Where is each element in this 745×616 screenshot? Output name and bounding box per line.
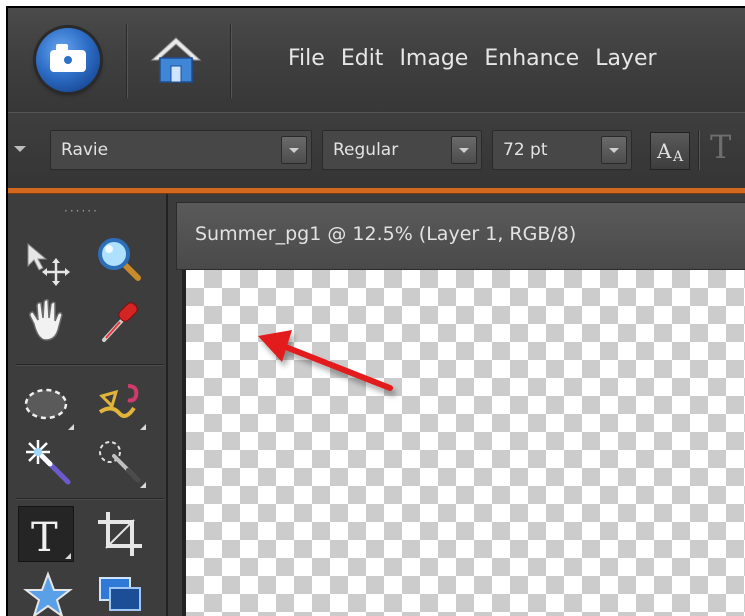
chevron-down-icon[interactable] [601,136,627,164]
options-collapse-icon[interactable] [14,146,26,152]
camera-logo-icon[interactable] [36,28,100,92]
anti-alias-icon: A [657,139,672,163]
divider [126,24,128,98]
home-icon[interactable] [148,34,204,86]
font-family-select[interactable]: Ravie [50,130,312,170]
toolbox-grip-icon[interactable]: ······ [64,204,99,218]
document-title: Summer_pg1 @ 12.5% (Layer 1, RGB/8) [195,223,577,245]
font-style-select[interactable]: Regular [322,130,482,170]
move-tool-icon[interactable] [20,232,76,288]
font-size-value: 72 pt [503,140,548,160]
menu-image[interactable]: Image [391,42,476,76]
toolbox-divider [16,364,164,366]
divider [698,130,700,170]
font-style-value: Regular [333,140,399,160]
menu-edit[interactable]: Edit [333,42,392,76]
menu-bar: File Edit Image Enhance Layer [8,8,745,112]
type-tool-icon[interactable]: T [18,506,74,562]
font-size-select[interactable]: 72 pt [492,130,632,170]
magic-wand-icon[interactable] [20,434,76,490]
svg-text:T: T [31,515,58,561]
menu-layer[interactable]: Layer [587,42,664,76]
main-menu: File Edit Image Enhance Layer [280,42,665,76]
shape-tool-icon[interactable] [20,568,76,616]
document-tab[interactable]: Summer_pg1 @ 12.5% (Layer 1, RGB/8) [176,202,745,270]
elliptical-marquee-icon[interactable] [20,376,76,432]
quick-selection-icon[interactable] [92,434,148,490]
menu-file[interactable]: File [280,42,333,76]
anti-alias-button[interactable]: AA [650,132,690,170]
chevron-down-icon[interactable] [281,136,307,164]
chevron-down-icon[interactable] [451,136,477,164]
toolbox: ······ T [8,194,168,616]
font-family-value: Ravie [61,140,109,160]
faux-bold-icon[interactable]: T [710,128,731,166]
divider [230,24,232,98]
annotation-arrow-icon [258,330,393,391]
app-window: File Edit Image Enhance Layer Ravie Regu… [6,6,745,616]
cookie-cutter-icon[interactable] [92,568,148,616]
toolbox-divider [16,498,164,500]
menu-enhance[interactable]: Enhance [476,42,587,76]
crop-tool-icon[interactable] [92,506,148,562]
transparent-canvas[interactable] [182,270,745,616]
eyedropper-tool-icon[interactable] [92,294,148,350]
lasso-tool-icon[interactable] [92,376,148,432]
zoom-tool-icon[interactable] [92,232,148,288]
hand-tool-icon[interactable] [20,294,76,350]
